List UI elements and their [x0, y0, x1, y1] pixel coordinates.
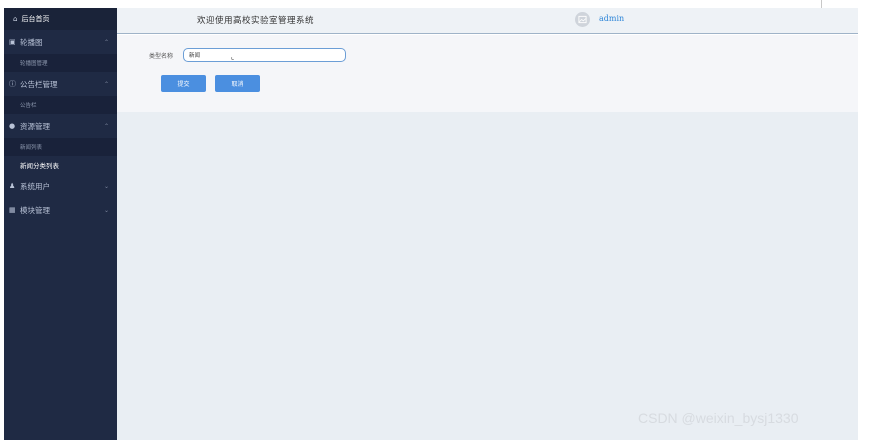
text-cursor-icon: ⌞ [231, 53, 235, 61]
sidebar-group-notice[interactable]: ⓘ 公告栏管理 ⌃ [4, 72, 117, 96]
sidebar-group-label: 公告栏管理 [20, 79, 58, 89]
sidebar-group-label: 资源管理 [20, 121, 50, 131]
avatar[interactable] [575, 12, 590, 27]
top-header: 欢迎使用高校实验室管理系统 admin [117, 8, 858, 34]
home-icon: ⌂ [13, 15, 18, 23]
sidebar-item-carousel-manage[interactable]: 轮播图管理 [4, 54, 117, 72]
sidebar-item-news-category-list[interactable]: 新闻分类列表 [4, 156, 117, 174]
system-title: 欢迎使用高校实验室管理系统 [197, 16, 315, 26]
user-icon: ♟ [9, 182, 16, 190]
edit-form-panel: 类型名称 ⌞ 提交 取消 [117, 35, 858, 112]
sidebar-home-label: 后台首页 [21, 15, 50, 23]
top-strip [0, 0, 870, 8]
sidebar-item-label: 新闻列表 [20, 145, 43, 151]
submit-button[interactable]: 提交 [161, 75, 206, 92]
sidebar-group-carousel[interactable]: ▣ 轮播图 ⌃ [4, 30, 117, 54]
type-name-input[interactable] [183, 48, 346, 62]
sidebar-home[interactable]: ⌂ 后台首页 [4, 8, 117, 30]
image-placeholder-icon [578, 15, 587, 24]
right-edge [858, 0, 870, 440]
cancel-button[interactable]: 取消 [215, 75, 260, 92]
username-link[interactable]: admin [599, 14, 624, 23]
sidebar-group-label: 系统用户 [20, 181, 50, 191]
watermark: CSDN @weixin_bysj1330 [638, 410, 799, 426]
sidebar-item-label: 轮播图管理 [20, 61, 48, 67]
sidebar-group-system-users[interactable]: ♟ 系统用户 ⌄ [4, 174, 117, 198]
info-circle-icon: ⓘ [9, 80, 16, 88]
image-icon: ▣ [9, 38, 16, 46]
sidebar-item-news-list[interactable]: 新闻列表 [4, 138, 117, 156]
sidebar-group-modules[interactable]: ▦ 模块管理 ⌄ [4, 198, 117, 222]
grid-icon: ▦ [9, 206, 16, 214]
sidebar-item-label: 公告栏 [20, 103, 37, 109]
sidebar-item-notice[interactable]: 公告栏 [4, 96, 117, 114]
chevron-up-icon: ⌃ [103, 80, 109, 88]
sidebar: ⌂ 后台首页 ▣ 轮播图 ⌃ 轮播图管理 ⓘ 公告栏管理 ⌃ 公告栏 ● 资源管… [4, 8, 117, 440]
sidebar-group-resources[interactable]: ● 资源管理 ⌃ [4, 114, 117, 138]
chevron-up-icon: ⌃ [103, 122, 109, 130]
sidebar-item-label: 新闻分类列表 [20, 162, 59, 170]
sidebar-group-label: 模块管理 [20, 205, 50, 215]
location-pin-icon: ● [9, 122, 16, 130]
chevron-up-icon: ⌃ [103, 38, 109, 46]
type-name-label: 类型名称 [149, 53, 174, 60]
chevron-down-icon: ⌄ [103, 182, 109, 190]
sidebar-group-label: 轮播图 [20, 37, 43, 47]
chevron-down-icon: ⌄ [103, 206, 109, 214]
